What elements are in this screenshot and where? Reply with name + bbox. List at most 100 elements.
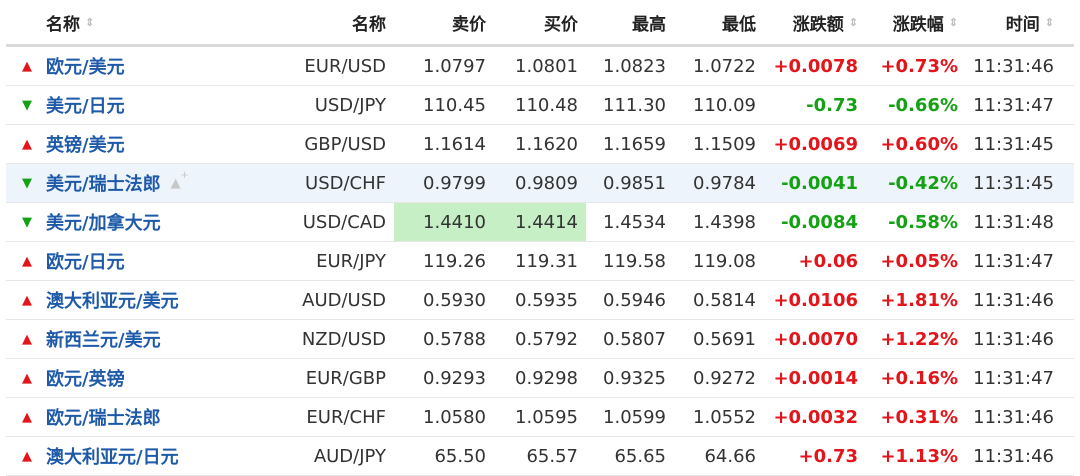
low-price: 1.1509: [693, 133, 756, 155]
high-price: 111.30: [603, 94, 666, 116]
low-price: 0.9272: [693, 367, 756, 389]
pair-name-link[interactable]: 美元/瑞士法郎: [46, 170, 161, 196]
trend-arrow-icon: ▼: [22, 175, 32, 191]
update-time: 11:31:47: [973, 367, 1054, 389]
pair-name-link[interactable]: 新西兰元/美元: [46, 326, 161, 352]
sort-icon[interactable]: ⇕: [849, 17, 858, 28]
column-header-time[interactable]: 时间 ⇕: [966, 0, 1062, 44]
pair-name-link[interactable]: 澳大利亚元/美元: [46, 287, 179, 313]
buy-price: 119.31: [515, 250, 578, 272]
trend-arrow-icon: ▼: [22, 214, 32, 230]
sort-icon[interactable]: ⇕: [949, 17, 958, 28]
trend-arrow-icon: ▲: [22, 253, 32, 269]
update-time: 11:31:47: [973, 94, 1054, 116]
alert-bell-icon[interactable]: ▲ +: [171, 170, 189, 191]
buy-price: 0.5935: [515, 289, 578, 311]
sell-price: 1.1614: [423, 133, 486, 155]
table-row[interactable]: ▲ 欧元/日元 EUR/JPY 119.26 119.31 119.58 119…: [6, 242, 1074, 281]
column-header-high-label: 最高: [632, 14, 666, 35]
change-amount: +0.0106: [773, 289, 858, 311]
change-amount: +0.73: [798, 445, 859, 467]
trend-arrow-icon: ▲: [22, 409, 32, 425]
buy-price: 65.57: [526, 445, 578, 467]
buy-price: 0.9298: [515, 367, 578, 389]
high-price: 1.4534: [603, 211, 666, 233]
update-time: 11:31:45: [973, 172, 1054, 194]
column-header-high: 最高: [586, 0, 674, 44]
pair-code: EUR/GBP: [305, 367, 386, 389]
table-row[interactable]: ▲ 欧元/英镑 EUR/GBP 0.9293 0.9298 0.9325 0.9…: [6, 359, 1074, 398]
sell-price: 1.4410: [394, 203, 494, 241]
update-time: 11:31:45: [973, 133, 1054, 155]
column-header-name-label: 名称: [46, 14, 80, 35]
table-row[interactable]: ▲ 澳大利亚元/日元 AUD/JPY 65.50 65.57 65.65 64.…: [6, 437, 1074, 476]
table-row[interactable]: ▼ 美元/瑞士法郎 ▲ + USD/CHF 0.9799 0.9809 0.985…: [6, 164, 1074, 203]
table-row[interactable]: ▲ 欧元/美元 EUR/USD 1.0797 1.0801 1.0823 1.0…: [6, 47, 1074, 86]
change-percent: +0.16%: [880, 367, 958, 389]
change-amount: +0.0070: [773, 328, 858, 350]
table-row[interactable]: ▲ 澳大利亚元/美元 AUD/USD 0.5930 0.5935 0.5946 …: [6, 281, 1074, 320]
sort-icon[interactable]: ⇕: [85, 17, 94, 28]
pair-name-link[interactable]: 欧元/瑞士法郎: [46, 404, 161, 430]
column-header-time-label: 时间: [1005, 14, 1040, 35]
sell-price: 119.26: [423, 250, 486, 272]
pair-name-link[interactable]: 欧元/日元: [46, 248, 125, 274]
sell-price: 65.50: [434, 445, 486, 467]
sort-icon[interactable]: ⇕: [1045, 17, 1054, 28]
low-price: 119.08: [693, 250, 756, 272]
change-percent: -0.66%: [888, 94, 958, 116]
change-percent: -0.42%: [888, 172, 958, 194]
update-time: 11:31:46: [973, 406, 1054, 428]
trend-arrow-icon: ▼: [22, 97, 32, 113]
sell-price: 0.9799: [423, 172, 486, 194]
column-header-change[interactable]: 涨跌额 ⇕: [764, 0, 866, 44]
column-header-low-label: 最低: [722, 14, 756, 35]
table-row[interactable]: ▲ 英镑/美元 GBP/USD 1.1614 1.1620 1.1659 1.1…: [6, 125, 1074, 164]
pair-name-link[interactable]: 欧元/英镑: [46, 365, 125, 391]
buy-price: 1.0595: [515, 406, 578, 428]
pair-name-link[interactable]: 欧元/美元: [46, 53, 125, 79]
pair-name-link[interactable]: 美元/日元: [46, 92, 125, 118]
low-price: 110.09: [693, 94, 756, 116]
trend-arrow-icon: ▲: [22, 448, 32, 464]
high-price: 1.1659: [603, 133, 666, 155]
table-row[interactable]: ▲ 欧元/瑞士法郎 EUR/CHF 1.0580 1.0595 1.0599 1…: [6, 398, 1074, 437]
column-header-code: 名称: [246, 0, 394, 44]
pair-code: AUD/USD: [302, 289, 386, 311]
high-price: 1.0599: [603, 406, 666, 428]
change-percent: +0.73%: [880, 55, 958, 77]
low-price: 64.66: [704, 445, 756, 467]
sell-price: 1.0797: [423, 55, 486, 77]
high-price: 0.9325: [603, 367, 666, 389]
buy-price: 1.4414: [494, 203, 586, 241]
change-percent: +0.31%: [880, 406, 958, 428]
change-amount: +0.0032: [773, 406, 858, 428]
pair-name-link[interactable]: 澳大利亚元/日元: [46, 443, 179, 469]
column-header-low: 最低: [674, 0, 764, 44]
high-price: 0.9851: [603, 172, 666, 194]
table-row[interactable]: ▼ 美元/日元 USD/JPY 110.45 110.48 111.30 110…: [6, 86, 1074, 125]
update-time: 11:31:46: [973, 445, 1054, 467]
change-amount: +0.0014: [773, 367, 858, 389]
sell-price: 0.5788: [423, 328, 486, 350]
change-amount: -0.73: [806, 94, 858, 116]
table-row[interactable]: ▲ 新西兰元/美元 NZD/USD 0.5788 0.5792 0.5807 0…: [6, 320, 1074, 359]
pair-name-link[interactable]: 英镑/美元: [46, 131, 125, 157]
buy-price: 0.5792: [515, 328, 578, 350]
pair-code: USD/CAD: [302, 211, 386, 233]
pair-name-link[interactable]: 美元/加拿大元: [46, 209, 161, 235]
sell-price: 110.45: [423, 94, 486, 116]
trend-arrow-icon: ▲: [22, 370, 32, 386]
pair-code: USD/JPY: [314, 94, 386, 116]
pair-code: USD/CHF: [305, 172, 386, 194]
change-amount: -0.0084: [781, 211, 858, 233]
update-time: 11:31:47: [973, 250, 1054, 272]
column-header-sell-label: 卖价: [452, 14, 486, 35]
column-header-buy-label: 买价: [544, 14, 578, 35]
column-header-pct[interactable]: 涨跌幅 ⇕: [866, 0, 966, 44]
table-row[interactable]: ▼ 美元/加拿大元 USD/CAD 1.4410 1.4414 1.4534 1…: [6, 203, 1074, 242]
change-percent: +0.05%: [880, 250, 958, 272]
high-price: 0.5807: [603, 328, 666, 350]
update-time: 11:31:46: [973, 289, 1054, 311]
change-amount: +0.0078: [773, 55, 858, 77]
